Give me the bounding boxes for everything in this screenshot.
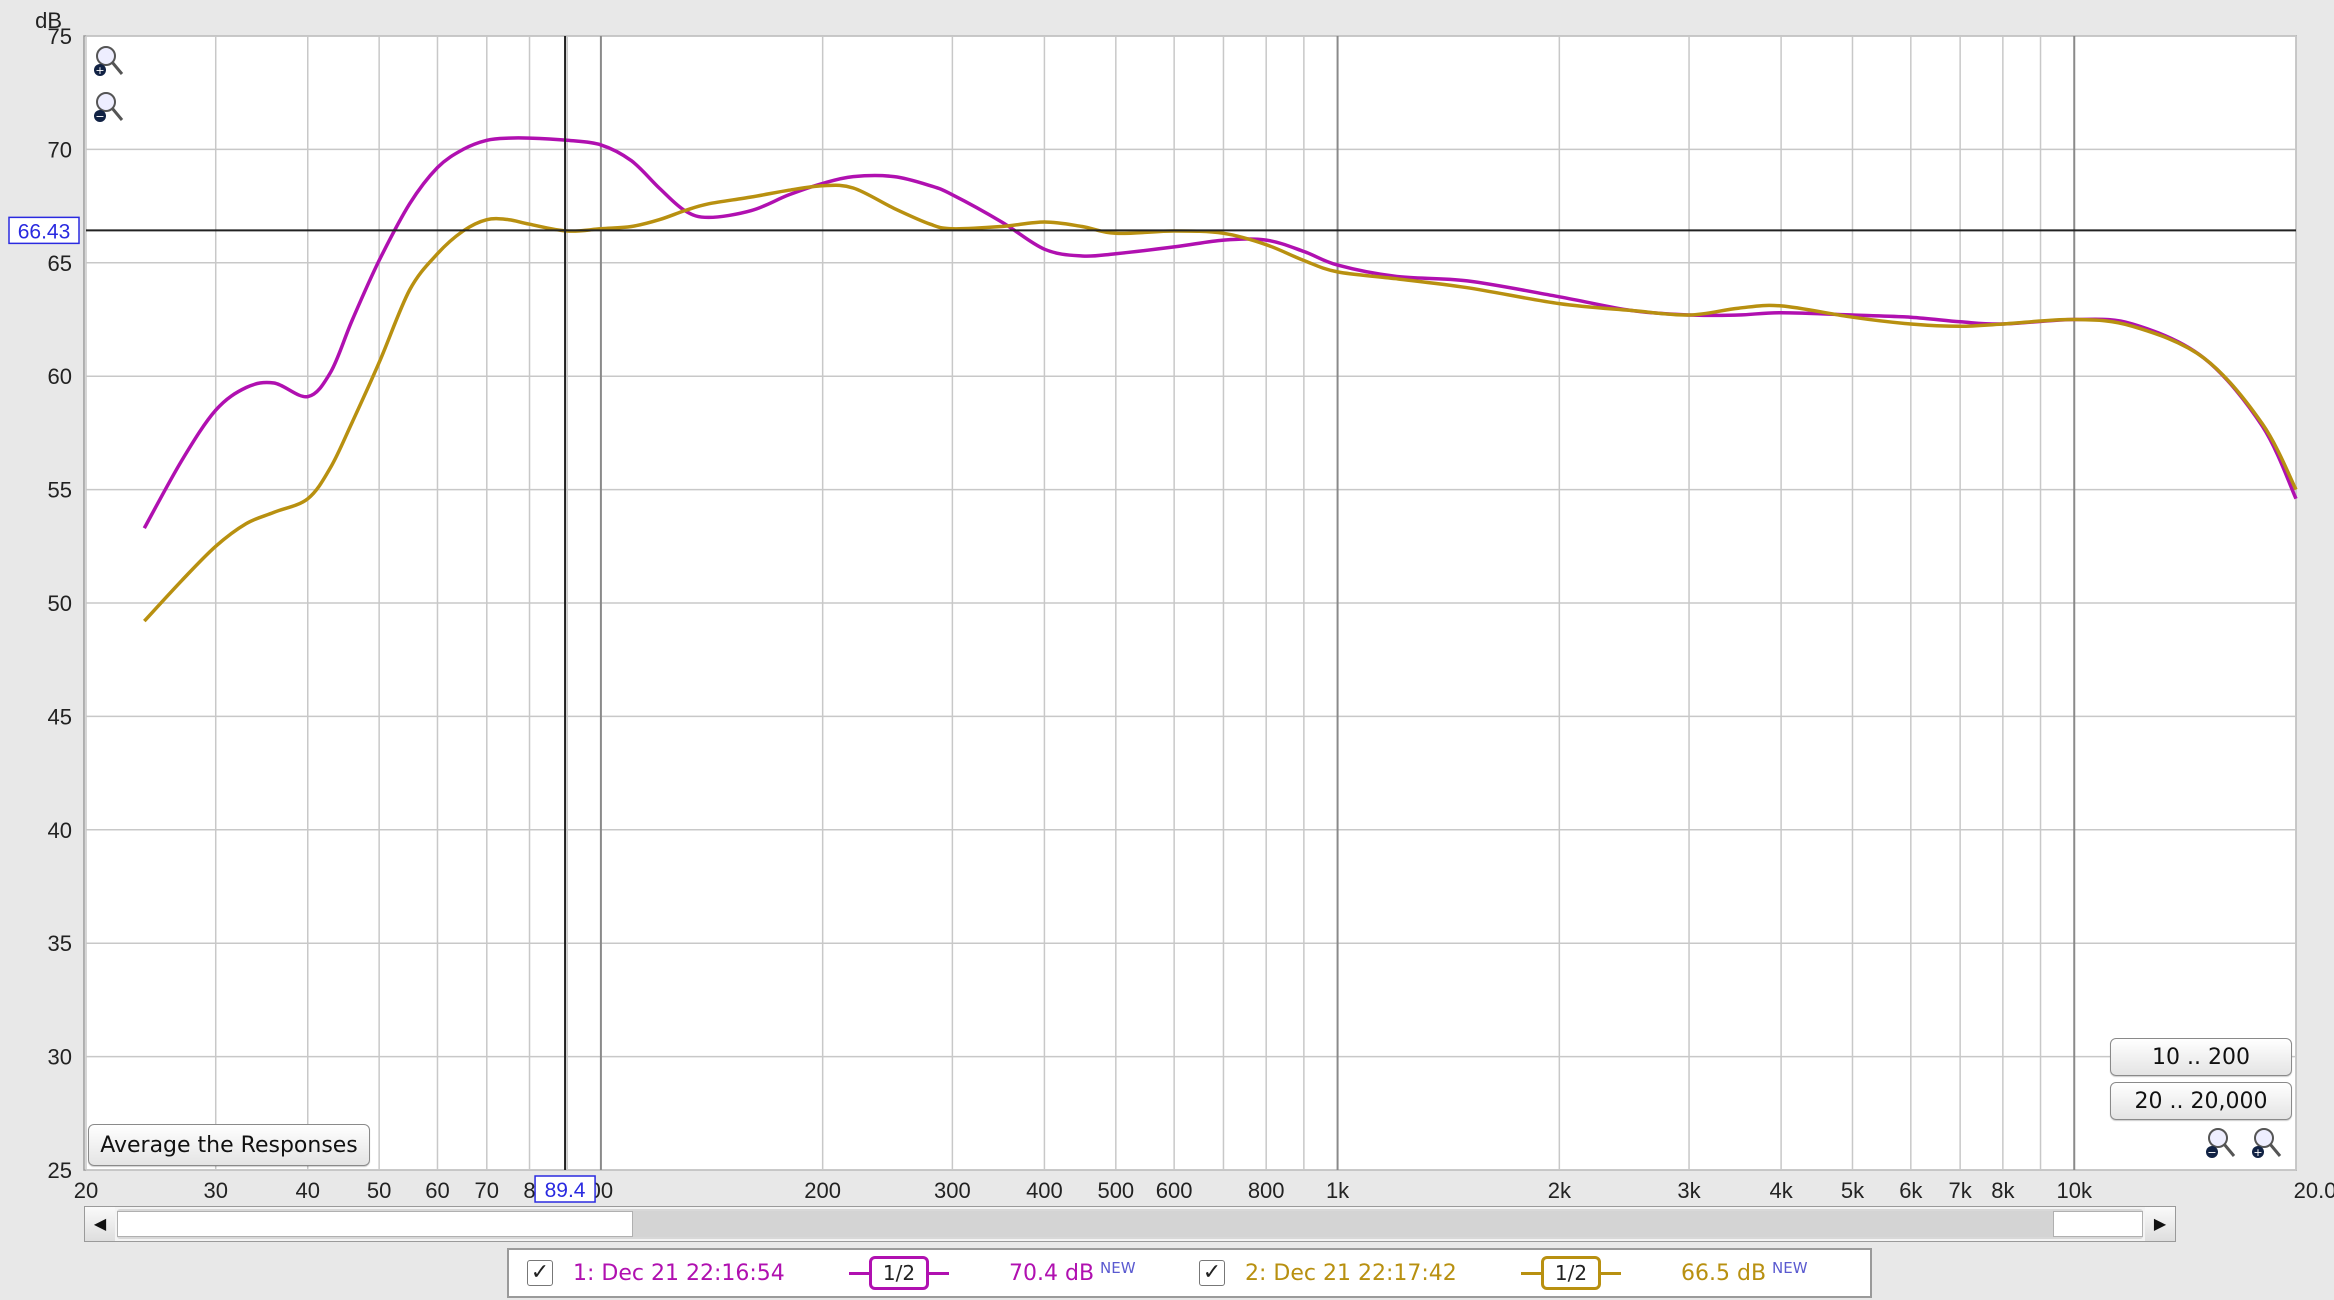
x-tick-label: 70 (475, 1178, 499, 1203)
x-tick-label: 1k (1326, 1178, 1350, 1203)
average-responses-button[interactable]: Average the Responses (88, 1124, 370, 1166)
zoom-out-x-icon[interactable]: − (2204, 1126, 2238, 1160)
legend-level-2: 66.5 dB NEW (1681, 1259, 1808, 1286)
legend-level-1: 70.4 dB NEW (1009, 1259, 1136, 1286)
frequency-response-chart[interactable]: 253035404550556065707520 30 40 50 60 70 8 00 200… (0, 0, 2334, 1300)
x-tick-label: 2k (1548, 1178, 1572, 1203)
scroll-thumb[interactable] (117, 1211, 633, 1237)
y-tick-label: 30 (48, 1045, 72, 1070)
svg-text:−: − (95, 110, 104, 123)
scroll-right-arrow-icon[interactable]: ▶ (2145, 1207, 2175, 1241)
legend-item-2[interactable]: ✓ 2: Dec 21 22:17:42 (1199, 1250, 1457, 1296)
x-tick-label: 3k (1677, 1178, 1701, 1203)
scroll-range (633, 1211, 2053, 1237)
x-tick-label: 8 (523, 1178, 535, 1203)
x-tick-label: 10k (2056, 1178, 2092, 1203)
x-tick-label: 6k (1899, 1178, 1923, 1203)
x-tick-label: 4k (1769, 1178, 1793, 1203)
scroll-track[interactable] (117, 1209, 2143, 1239)
horizontal-scrollbar[interactable]: ◀ ▶ (84, 1206, 2176, 1242)
legend-checkbox-2[interactable]: ✓ (1199, 1260, 1225, 1286)
zoom-out-icon[interactable]: − (92, 90, 126, 124)
y-tick-label: 35 (48, 931, 72, 956)
cursor-x-readout: 89.4 (545, 1179, 586, 1202)
x-tick-label: 400 (1026, 1178, 1063, 1203)
y-tick-label: 60 (48, 364, 72, 389)
legend-item-1[interactable]: ✓ 1: Dec 21 22:16:54 (527, 1250, 785, 1296)
x-tick-label: 30 (203, 1178, 227, 1203)
x-tick-label: 200 (804, 1178, 841, 1203)
new-badge-2: NEW (1772, 1259, 1808, 1277)
scroll-left-arrow-icon[interactable]: ◀ (85, 1207, 115, 1241)
range-20-20000-button[interactable]: 20 .. 20,000 (2110, 1082, 2292, 1120)
x-tick-label: 800 (1248, 1178, 1285, 1203)
legend: ✓ 1: Dec 21 22:16:54 1/2 70.4 dB NEW ✓ 2:… (507, 1248, 1872, 1298)
svg-text:−: − (2207, 1146, 2216, 1159)
legend-checkbox-1[interactable]: ✓ (527, 1260, 553, 1286)
range-10-200-button[interactable]: 10 .. 200 (2110, 1038, 2292, 1076)
smoothing-selector-1[interactable]: 1/2 (869, 1256, 929, 1290)
y-tick-label: 50 (48, 591, 72, 616)
svg-text:+: + (2253, 1146, 2262, 1159)
y-tick-label: 65 (48, 251, 72, 276)
scroll-end-handle[interactable] (2053, 1211, 2143, 1237)
x-tick-label: 20 (74, 1178, 98, 1203)
x-tick-label: 600 (1156, 1178, 1193, 1203)
x-tick-label: 8k (1991, 1178, 2015, 1203)
smoothing-selector-2[interactable]: 1/2 (1541, 1256, 1601, 1290)
svg-text:+: + (95, 64, 104, 77)
x-tick-label: 500 (1097, 1178, 1134, 1203)
x-tick-label: 50 (367, 1178, 391, 1203)
y-axis-unit-label: dB (35, 8, 62, 33)
x-tick-label: 20.0kHz (2294, 1178, 2334, 1203)
x-tick-label: 7k (1949, 1178, 1973, 1203)
y-tick-label: 40 (48, 818, 72, 843)
y-tick-label: 25 (48, 1158, 72, 1183)
x-tick-label: 40 (296, 1178, 320, 1203)
zoom-in-x-icon[interactable]: + (2250, 1126, 2284, 1160)
x-tick-label: 60 (425, 1178, 449, 1203)
legend-label-2: 2: Dec 21 22:17:42 (1245, 1260, 1457, 1286)
y-tick-label: 45 (48, 704, 72, 729)
zoom-in-icon[interactable]: + (92, 44, 126, 78)
y-tick-label: 55 (48, 478, 72, 503)
cursor-y-readout: 66.43 (18, 220, 71, 243)
new-badge-1: NEW (1100, 1259, 1136, 1277)
legend-label-1: 1: Dec 21 22:16:54 (573, 1260, 785, 1286)
y-tick-label: 70 (48, 137, 72, 162)
x-tick-label: 5k (1841, 1178, 1865, 1203)
x-tick-label: 300 (934, 1178, 971, 1203)
